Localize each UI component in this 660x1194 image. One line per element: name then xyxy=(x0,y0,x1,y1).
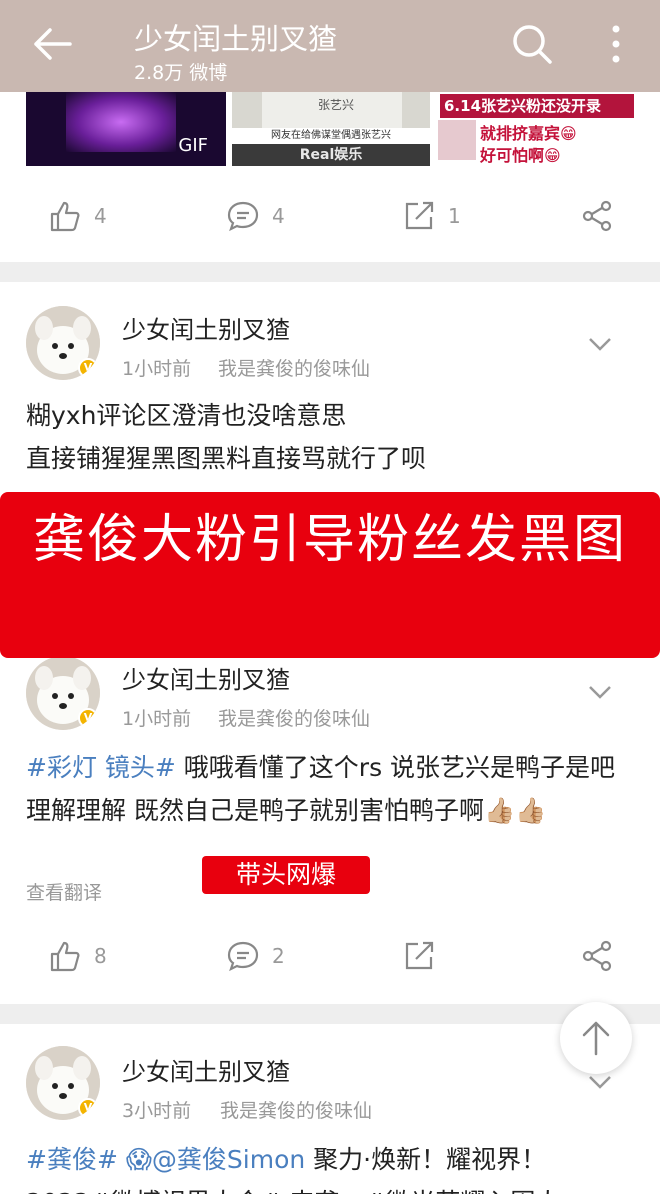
avatar[interactable]: V xyxy=(26,306,100,380)
thumbs-up-icon xyxy=(50,201,80,232)
username[interactable]: 少女闰土别叉猹 xyxy=(122,660,290,695)
post-menu-button[interactable] xyxy=(587,684,613,700)
comment-count: 2 xyxy=(272,944,285,968)
thumbnail-image[interactable]: GIF xyxy=(26,92,226,166)
post-text: 糊yxh评论区澄清也没啥意思 直接铺猩猩黑图黑料直接骂就行了呗 xyxy=(26,394,636,480)
image-text-line: 就排挤嘉宾😁 xyxy=(480,124,577,143)
verified-icon: V xyxy=(78,358,98,378)
username[interactable]: 少女闰土别叉猹 xyxy=(122,1052,290,1087)
image-board-text: 张艺兴 xyxy=(318,98,355,112)
post-card: V 少女闰土别叉猹 1小时前 我是龚俊的俊味仙 糊yxh评论区澄清也没啥意思 直… xyxy=(0,282,660,502)
avatar[interactable]: V xyxy=(26,656,100,730)
hashtag-link[interactable]: #龚俊# xyxy=(26,1145,118,1174)
annotation-label: 带头网爆 xyxy=(202,856,370,894)
post-text-line: 糊yxh评论区澄清也没啥意思 xyxy=(26,401,347,430)
search-icon xyxy=(513,25,552,64)
annotation-banner-text: 龚俊大粉引导粉丝发黑图 xyxy=(32,510,627,570)
arrow-up-icon xyxy=(582,1021,610,1056)
search-button[interactable] xyxy=(510,22,554,66)
post-count: 2.8万 微博 xyxy=(134,62,228,84)
post-source: 我是龚俊的俊味仙 xyxy=(218,708,371,730)
post-time: 1小时前 xyxy=(122,708,192,730)
share-icon xyxy=(582,940,612,972)
more-button[interactable] xyxy=(604,22,628,66)
like-count: 8 xyxy=(94,944,107,968)
repost-icon xyxy=(405,201,434,230)
share-icon xyxy=(582,200,612,232)
share-button[interactable] xyxy=(580,926,614,986)
image-screenshot xyxy=(438,120,476,160)
profile-title: 少女闰土别叉猹 xyxy=(134,22,338,56)
annotation-banner: 龚俊大粉引导粉丝发黑图 xyxy=(0,492,660,658)
back-button[interactable] xyxy=(30,24,74,64)
image-caption: 网友在给佛谋堂偶遇张艺兴 xyxy=(232,128,430,144)
post-source: 我是龚俊的俊味仙 xyxy=(218,358,371,380)
post-text-line: 2022#微博视界大会# 来袭…#微光荧耀入围人 xyxy=(26,1181,636,1194)
verified-icon: V xyxy=(78,708,98,728)
repost-button[interactable]: 1 xyxy=(402,186,461,246)
post-time: 1小时前 xyxy=(122,358,192,380)
image-headline: 6.14张艺兴粉还没开录 xyxy=(440,94,634,118)
post-time: 3小时前 xyxy=(122,1100,192,1122)
card-separator xyxy=(0,1004,660,1024)
image-grid: GIF 张艺兴 网友在给佛谋堂偶遇张艺兴 Real娱乐 6.14张艺兴粉还没开录… xyxy=(26,92,638,166)
post-source: 我是龚俊的俊味仙 xyxy=(220,1100,373,1122)
comment-button[interactable]: 2 xyxy=(226,926,285,986)
username[interactable]: 少女闰土别叉猹 xyxy=(122,310,290,345)
like-button[interactable]: 4 xyxy=(48,186,107,246)
image-text-line: 好可怕啊😁 xyxy=(480,146,561,165)
chevron-down-icon xyxy=(589,686,611,699)
comment-icon xyxy=(227,941,259,972)
thumbnail-image[interactable]: 6.14张艺兴粉还没开录 就排挤嘉宾😁 好可怕啊😁 xyxy=(436,92,638,166)
top-bar: 少女闰土别叉猹 2.8万 微博 xyxy=(0,0,660,92)
post-text-body: 聚力·焕新！耀视界！ xyxy=(305,1145,547,1174)
thumbnail-image[interactable]: 张艺兴 网友在给佛谋堂偶遇张艺兴 Real娱乐 xyxy=(232,92,430,166)
post-text-line: #龚俊# 😱@龚俊Simon 聚力·焕新！耀视界！ xyxy=(26,1138,636,1181)
image-watermark: Real娱乐 xyxy=(232,144,430,166)
more-vertical-icon xyxy=(612,25,620,63)
like-count: 4 xyxy=(94,204,107,228)
mention-link[interactable]: 😱@龚俊Simon xyxy=(126,1145,305,1174)
repost-count: 1 xyxy=(448,204,461,228)
hashtag-link[interactable]: #彩灯 镜头# xyxy=(26,753,176,782)
verified-icon: V xyxy=(78,1098,98,1118)
chevron-down-icon xyxy=(589,338,611,351)
arrow-left-icon xyxy=(34,28,72,60)
card-separator xyxy=(0,262,660,282)
translate-link[interactable]: 查看翻译 xyxy=(26,878,102,905)
gif-image-content xyxy=(66,92,176,152)
repost-icon xyxy=(405,941,434,970)
post-menu-button[interactable] xyxy=(587,336,613,352)
comment-count: 4 xyxy=(272,204,285,228)
scroll-to-top-button[interactable] xyxy=(560,1002,632,1074)
avatar[interactable]: V xyxy=(26,1046,100,1120)
comment-button[interactable]: 4 xyxy=(226,186,285,246)
post-text: #彩灯 镜头# 哦哦看懂了这个rs 说张艺兴是鸭子是吧理解理解 既然自己是鸭子就… xyxy=(26,746,636,832)
action-bar: 8 2 xyxy=(0,926,660,986)
repost-button[interactable] xyxy=(402,926,436,986)
post-text-line: 直接铺猩猩黑图黑料直接骂就行了呗 xyxy=(26,444,427,473)
post-text: #龚俊# 😱@龚俊Simon 聚力·焕新！耀视界！ 2022#微博视界大会# 来… xyxy=(26,1138,636,1194)
comment-icon xyxy=(227,201,259,232)
share-button[interactable] xyxy=(580,186,614,246)
like-button[interactable]: 8 xyxy=(48,926,107,986)
chevron-down-icon xyxy=(589,1076,611,1089)
post-menu-button[interactable] xyxy=(587,1074,613,1090)
action-bar: 4 4 1 xyxy=(0,186,660,246)
thumbs-up-icon xyxy=(50,941,80,972)
gif-badge: GIF xyxy=(178,135,208,156)
